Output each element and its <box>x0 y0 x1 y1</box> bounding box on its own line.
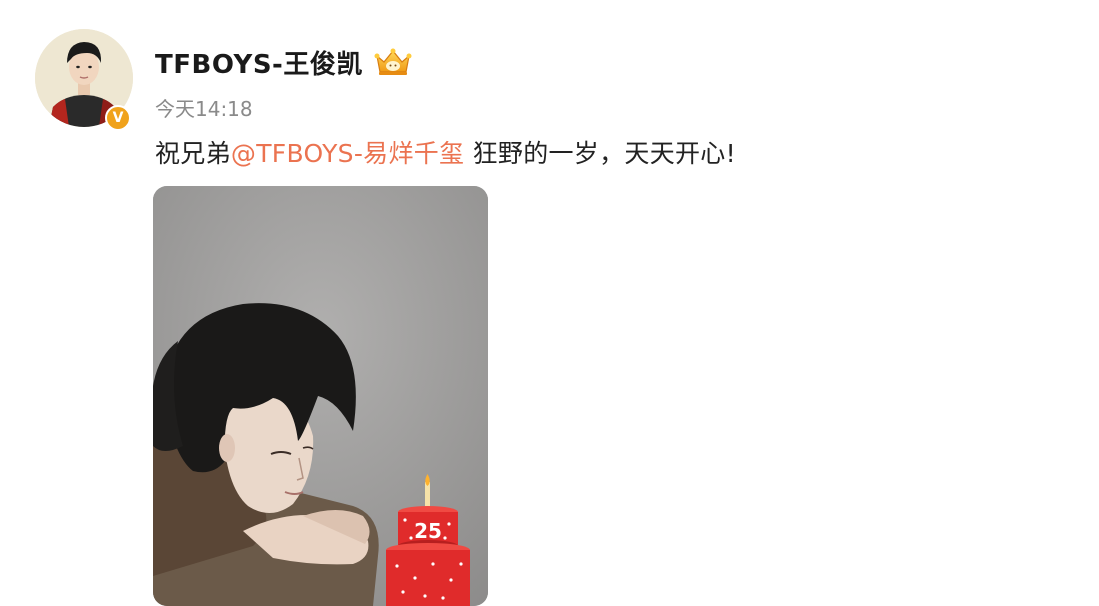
vip-crown-icon[interactable] <box>373 46 413 78</box>
post-photo-image: 25 <box>153 186 488 606</box>
username[interactable]: TFBOYS-王俊凯 <box>155 44 363 81</box>
post-timestamp[interactable]: 今天14:18 <box>155 93 253 122</box>
cake-number: 25 <box>414 519 442 543</box>
post-text-before: 祝兄弟 <box>155 139 231 168</box>
avatar-container[interactable]: V <box>35 29 133 131</box>
post-text-after: 狂野的一岁，天天开心! <box>464 139 736 168</box>
mention-link[interactable]: @TFBOYS-易烊千玺 <box>231 139 464 168</box>
weibo-post: V TFBOYS-王俊凯 今天14:18 祝兄弟@TFBOYS-易烊千玺 狂野的… <box>0 0 1099 606</box>
post-text: 祝兄弟@TFBOYS-易烊千玺 狂野的一岁，天天开心! <box>155 134 736 170</box>
verified-badge-icon: V <box>105 105 131 131</box>
post-photo[interactable]: 25 <box>153 186 488 606</box>
